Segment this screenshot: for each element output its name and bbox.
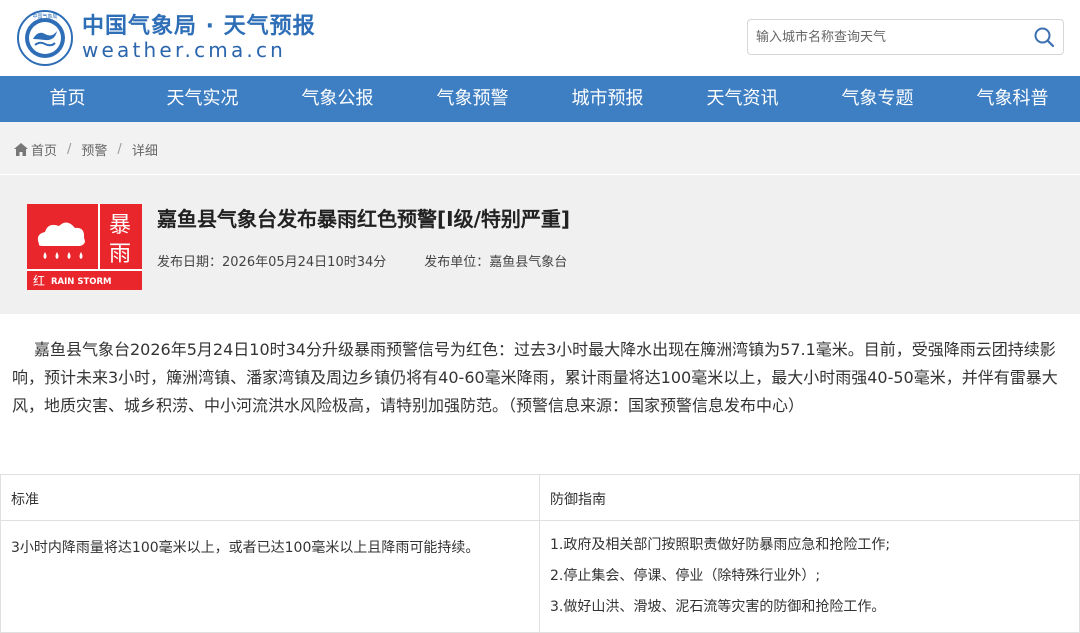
rainstorm-red-icon: 暴 雨 红 RAIN STORM	[27, 204, 142, 290]
guideline-item: 2.停止集会、停课、停业（除特殊行业外）;	[550, 568, 821, 584]
search-input[interactable]	[756, 20, 1026, 54]
guideline-item: 3.做好山洪、滑坡、泥石流等灾害的防御和抢险工作。	[550, 599, 886, 615]
icon-label-en: RAIN STORM	[51, 277, 112, 287]
home-icon[interactable]	[14, 143, 28, 156]
icon-char-bao: 暴	[109, 213, 131, 238]
alert-meta: 发布日期：2026年05月24日10时34分 发布单位：嘉鱼县气象台	[157, 251, 567, 270]
nav-item-science[interactable]: 气象科普	[945, 76, 1080, 122]
nav-item-warnings[interactable]: 气象预警	[405, 76, 540, 122]
breadcrumb-current: 详细	[131, 144, 158, 159]
alert-header-panel: 暴 雨 红 RAIN STORM 嘉鱼县气象台发布暴雨红色预警[I级/特别严重]…	[0, 174, 1080, 314]
search-icon[interactable]	[1033, 26, 1055, 48]
standard-cell: 3小时内降雨量将达100毫米以上，或者已达100毫米以上且降雨可能持续。	[0, 520, 540, 633]
cma-logo-icon[interactable]: 中国气象局	[16, 9, 74, 67]
publish-unit-label: 发布单位：	[424, 255, 490, 270]
publish-date-value: 2026年05月24日10时34分	[222, 255, 387, 270]
icon-level-char: 红	[33, 273, 45, 288]
brand-title[interactable]: 中国气象局 · 天气预报	[82, 8, 316, 40]
breadcrumb: 首页 / 预警 / 详细	[0, 122, 1080, 174]
guideline-item: 1.政府及相关部门按照职责做好防暴雨应急和抢险工作;	[550, 537, 891, 553]
brand-domain[interactable]: weather.cma.cn	[82, 38, 286, 62]
publish-unit-value: 嘉鱼县气象台	[489, 255, 568, 270]
nav-item-bulletin[interactable]: 气象公报	[270, 76, 405, 122]
table-header-standard: 标准	[0, 474, 540, 521]
nav-item-city-forecast[interactable]: 城市预报	[540, 76, 675, 122]
breadcrumb-home-link[interactable]: 首页	[31, 140, 57, 159]
guidelines-cell: 1.政府及相关部门按照职责做好防暴雨应急和抢险工作; 2.停止集会、停课、停业（…	[539, 520, 1080, 633]
site-header: 中国气象局 中国气象局 · 天气预报 weather.cma.cn	[0, 0, 1080, 76]
publish-date-label: 发布日期：	[157, 255, 223, 270]
nav-item-home[interactable]: 首页	[0, 76, 135, 122]
nav-item-live-weather[interactable]: 天气实况	[135, 76, 270, 122]
search-box	[747, 19, 1064, 55]
breadcrumb-separator: /	[67, 142, 72, 157]
table-header-guidelines: 防御指南	[539, 474, 1080, 521]
defense-guide-table: 标准 防御指南 3小时内降雨量将达100毫米以上，或者已达100毫米以上且降雨可…	[0, 474, 1080, 633]
breadcrumb-warnings-link[interactable]: 预警	[81, 140, 107, 159]
nav-item-news[interactable]: 天气资讯	[675, 76, 810, 122]
alert-title: 嘉鱼县气象台发布暴雨红色预警[I级/特别严重]	[157, 207, 571, 231]
icon-char-yu: 雨	[109, 242, 131, 267]
table-row: 3小时内降雨量将达100毫米以上，或者已达100毫米以上且降雨可能持续。 1.政…	[0, 520, 1080, 633]
table-header-row: 标准 防御指南	[0, 474, 1080, 521]
main-nav: 首页 天气实况 气象公报 气象预警 城市预报 天气资讯 气象专题 气象科普	[0, 76, 1080, 122]
nav-item-topics[interactable]: 气象专题	[810, 76, 945, 122]
breadcrumb-separator: /	[117, 142, 122, 157]
alert-body-text: 嘉鱼县气象台2026年5月24日10时34分升级暴雨预警信号为红色：过去3小时最…	[12, 340, 1058, 415]
logo-text: 中国气象局	[32, 13, 57, 20]
